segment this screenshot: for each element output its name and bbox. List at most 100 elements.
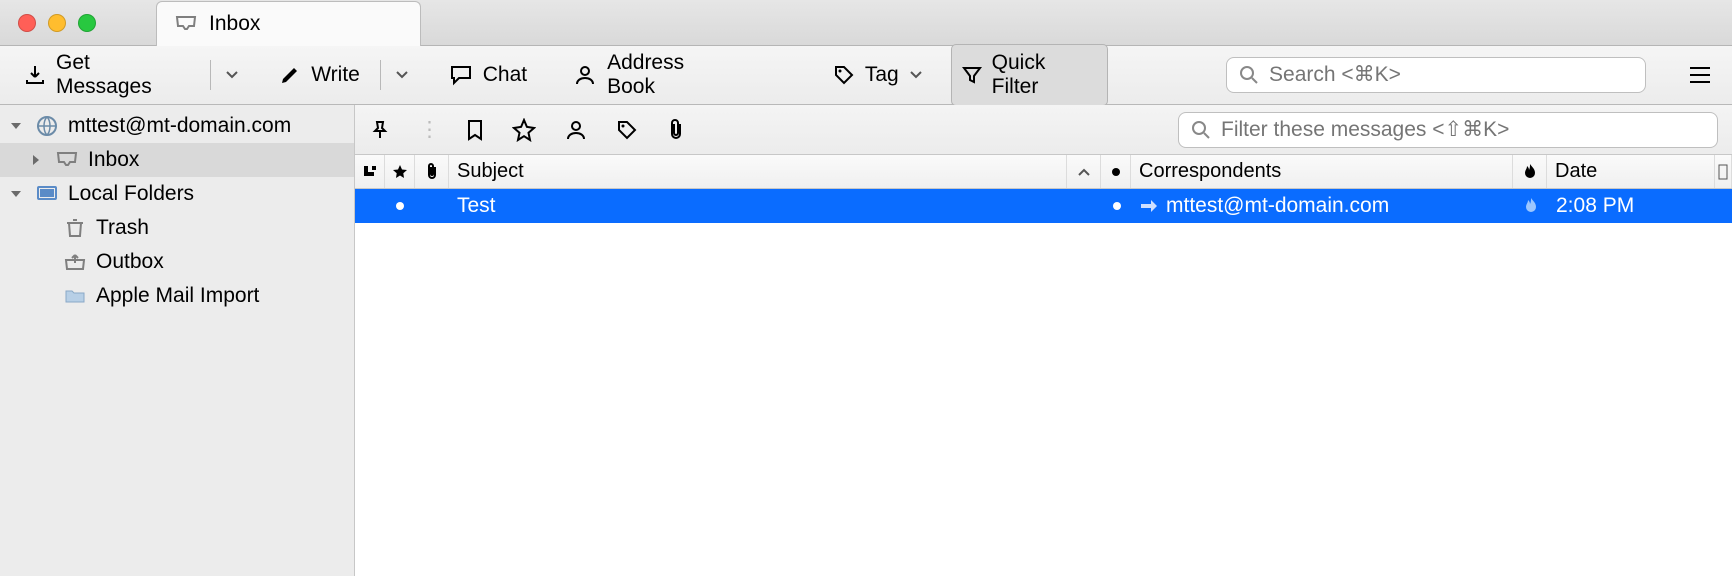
pin-icon[interactable]	[369, 119, 391, 141]
message-date: 2:08 PM	[1556, 194, 1634, 218]
tab-inbox[interactable]: Inbox	[156, 1, 421, 46]
address-book-button[interactable]: Address Book	[563, 45, 747, 105]
filter-starred-icon[interactable]	[512, 118, 536, 142]
close-window-button[interactable]	[18, 14, 36, 32]
write-dropdown[interactable]	[391, 68, 413, 82]
zoom-window-button[interactable]	[78, 14, 96, 32]
flame-icon	[1523, 197, 1539, 215]
search-icon	[1239, 65, 1259, 85]
window-controls	[18, 14, 96, 32]
inbox-tray-icon	[175, 15, 197, 33]
paperclip-icon	[425, 163, 439, 181]
app-menu-button[interactable]	[1682, 61, 1718, 89]
funnel-icon	[962, 65, 982, 85]
unread-dot-icon	[396, 202, 404, 210]
separator	[380, 60, 381, 90]
filter-messages-input[interactable]	[1221, 118, 1705, 142]
outbox-tray-icon	[62, 253, 88, 271]
folder-icon	[62, 287, 88, 305]
download-icon	[24, 64, 46, 86]
hamburger-icon	[1688, 65, 1712, 85]
tag-icon	[833, 64, 855, 86]
disclosure-triangle-icon[interactable]	[10, 188, 26, 200]
filter-messages-search[interactable]	[1178, 112, 1718, 148]
write-button[interactable]: Write	[269, 57, 370, 93]
unread-dot-icon	[1113, 202, 1121, 210]
star-icon	[392, 164, 408, 180]
thread-icon	[362, 164, 378, 180]
minimize-window-button[interactable]	[48, 14, 66, 32]
message-row[interactable]: Test mttest@mt-domain.com 2:08 PM	[355, 189, 1732, 223]
trash-icon	[62, 217, 88, 239]
folder-sidebar: mttest@mt-domain.com Inbox Local Folders	[0, 105, 355, 576]
pencil-icon	[279, 64, 301, 86]
column-picker-icon	[1718, 164, 1728, 180]
column-read-status[interactable]	[1101, 155, 1131, 188]
column-date-label: Date	[1555, 160, 1597, 183]
column-thread[interactable]	[355, 155, 385, 188]
inbox-tray-icon	[54, 151, 80, 169]
get-messages-label: Get Messages	[56, 51, 190, 99]
separator-dots: ⋮	[419, 117, 438, 142]
tab-label: Inbox	[209, 12, 260, 36]
search-icon	[1191, 120, 1211, 140]
sidebar-apple-mail-import-label: Apple Mail Import	[96, 284, 259, 308]
window-titlebar: Inbox	[0, 0, 1732, 46]
write-label: Write	[311, 63, 360, 87]
sidebar-folder-outbox[interactable]: Outbox	[0, 245, 354, 279]
filter-contacts-icon[interactable]	[564, 118, 588, 142]
message-correspondent: mttest@mt-domain.com	[1166, 194, 1389, 218]
quick-filter-label: Quick Filter	[992, 51, 1097, 99]
message-star-cell[interactable]	[385, 189, 415, 223]
chevron-up-icon	[1077, 165, 1091, 179]
sidebar-folder-trash[interactable]: Trash	[0, 211, 354, 245]
disclosure-triangle-icon[interactable]	[10, 120, 26, 132]
get-messages-button[interactable]: Get Messages	[14, 45, 200, 105]
computer-icon	[34, 185, 60, 203]
outgoing-arrow-icon	[1140, 199, 1158, 213]
column-subject[interactable]: Subject	[449, 155, 1067, 188]
message-subject: Test	[457, 194, 496, 218]
column-headers: Subject Correspondents Date	[355, 155, 1732, 189]
filter-unread-icon[interactable]	[466, 119, 484, 141]
sidebar-folder-inbox[interactable]: Inbox	[0, 143, 354, 177]
disclosure-triangle-icon[interactable]	[30, 154, 46, 166]
column-picker[interactable]	[1715, 155, 1732, 188]
separator	[210, 60, 211, 90]
column-sort-indicator[interactable]	[1067, 155, 1101, 188]
sidebar-inbox-label: Inbox	[88, 148, 139, 172]
chat-button[interactable]: Chat	[439, 57, 537, 93]
address-book-label: Address Book	[607, 51, 737, 99]
column-subject-label: Subject	[457, 160, 524, 183]
filter-tags-icon[interactable]	[616, 119, 638, 141]
sidebar-outbox-label: Outbox	[96, 250, 164, 274]
sidebar-trash-label: Trash	[96, 216, 149, 240]
filter-attachments-icon[interactable]	[666, 118, 686, 142]
column-attachment[interactable]	[415, 155, 449, 188]
sidebar-local-folders-label: Local Folders	[68, 182, 194, 206]
read-status-icon	[1111, 167, 1121, 177]
sidebar-local-folders[interactable]: Local Folders	[0, 177, 354, 211]
message-list: Test mttest@mt-domain.com 2:08 PM	[355, 189, 1732, 576]
sidebar-account[interactable]: mttest@mt-domain.com	[0, 109, 354, 143]
message-read-cell[interactable]	[1102, 189, 1132, 223]
column-junk-status[interactable]	[1513, 155, 1547, 188]
global-search[interactable]	[1226, 57, 1646, 93]
main-area: mttest@mt-domain.com Inbox Local Folders	[0, 105, 1732, 576]
column-star[interactable]	[385, 155, 415, 188]
quick-filter-bar: ⋮	[355, 105, 1732, 155]
message-list-pane: ⋮	[355, 105, 1732, 576]
column-date[interactable]: Date	[1547, 155, 1715, 188]
get-messages-dropdown[interactable]	[221, 68, 243, 82]
chevron-down-icon	[909, 68, 923, 82]
sidebar-folder-apple-mail-import[interactable]: Apple Mail Import	[0, 279, 354, 313]
flame-icon	[1522, 163, 1538, 181]
global-search-input[interactable]	[1269, 63, 1633, 87]
address-book-icon	[573, 63, 597, 87]
quick-filter-button[interactable]: Quick Filter	[951, 44, 1108, 106]
column-correspondents[interactable]: Correspondents	[1131, 155, 1513, 188]
account-globe-icon	[34, 115, 60, 137]
tag-label: Tag	[865, 63, 899, 87]
tag-button[interactable]: Tag	[823, 57, 933, 93]
sidebar-account-label: mttest@mt-domain.com	[68, 114, 291, 138]
